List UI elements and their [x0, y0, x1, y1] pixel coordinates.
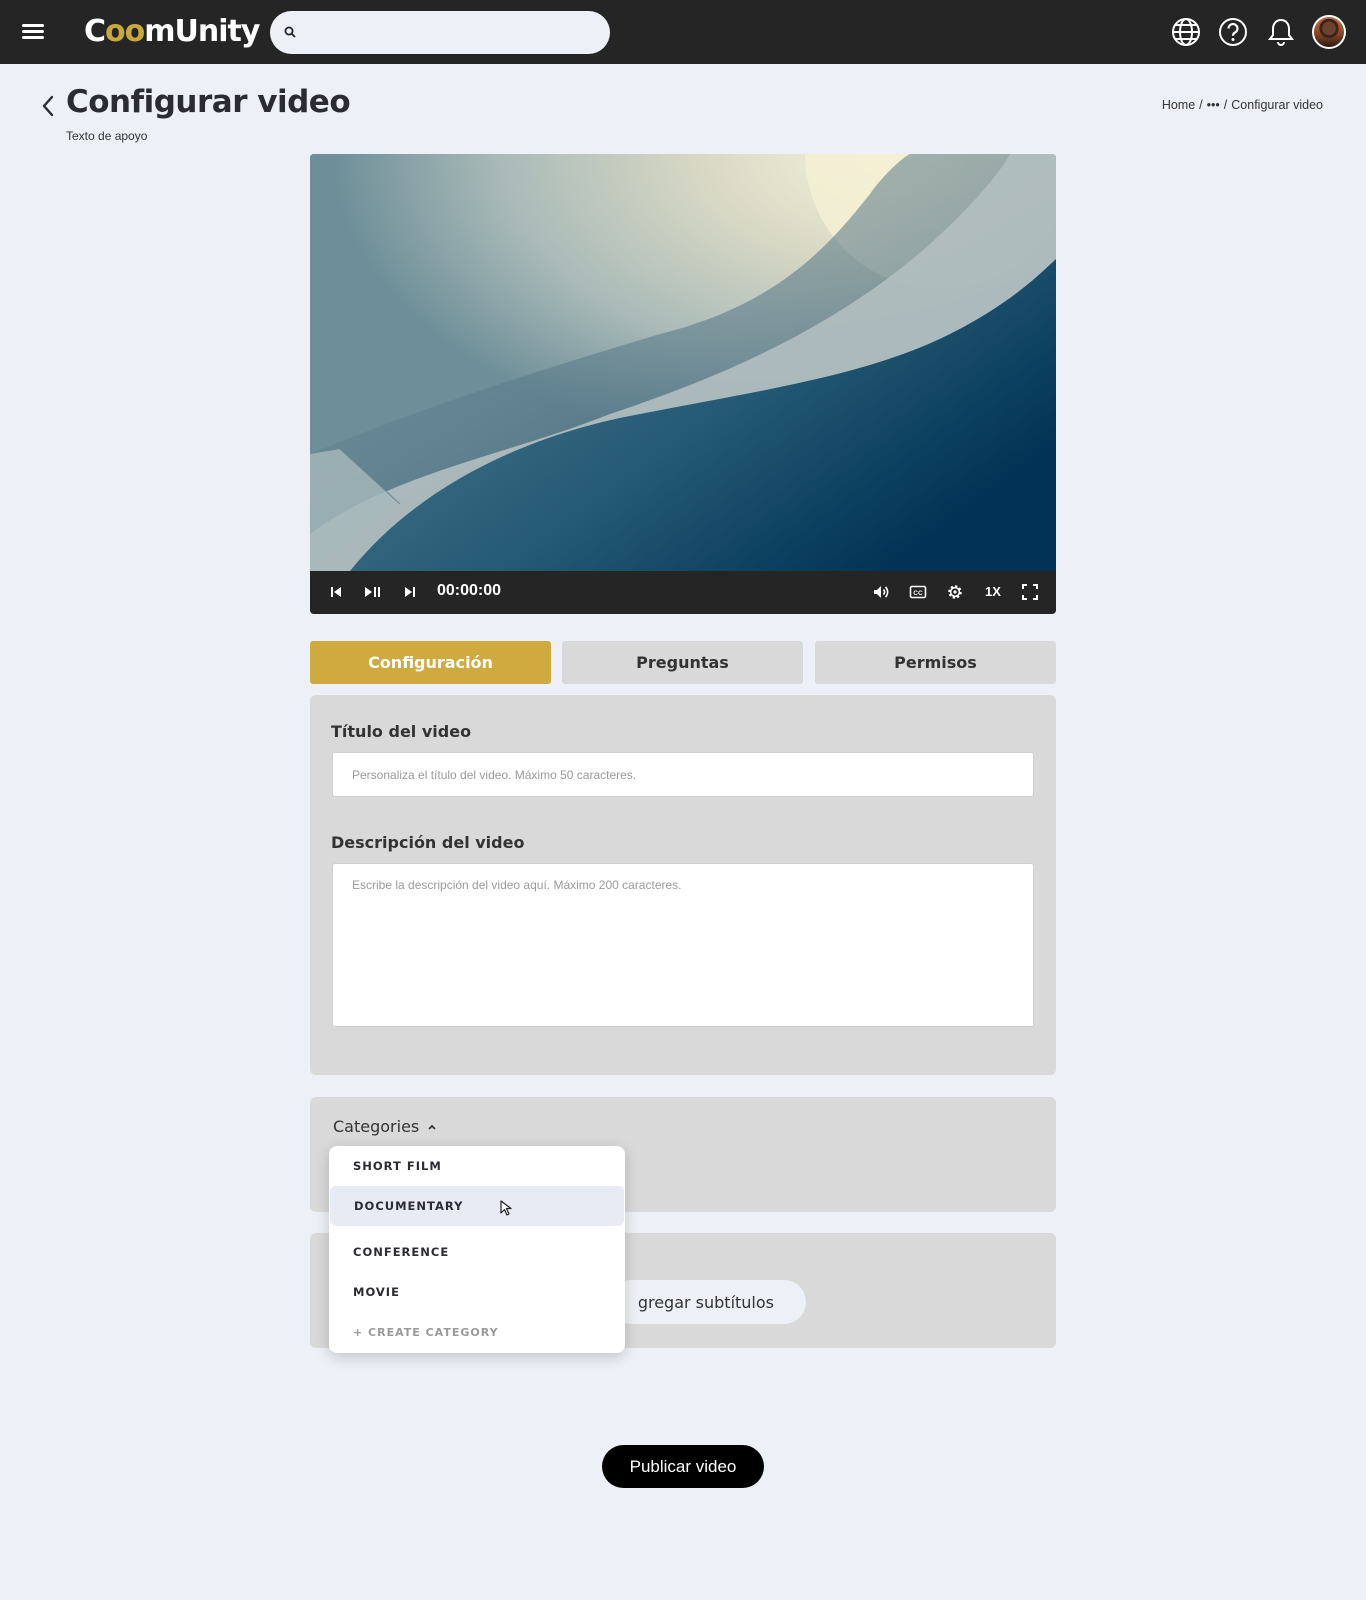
bell-icon[interactable] — [1265, 16, 1297, 48]
create-category-button[interactable]: + CREATE CATEGORY — [329, 1312, 625, 1352]
avatar[interactable] — [1312, 15, 1346, 49]
search-bar — [270, 11, 610, 54]
title-field-label: Título del video — [331, 722, 472, 741]
category-option-documentary[interactable]: DOCUMENTARY — [330, 1186, 624, 1226]
playback-time: 00:00:00 — [437, 582, 502, 599]
logo[interactable]: CoomUnity — [84, 14, 260, 50]
playback-speed[interactable]: 1X — [985, 584, 1001, 599]
skip-previous-icon[interactable] — [327, 583, 345, 601]
category-option-short-film[interactable]: SHORT FILM — [329, 1146, 625, 1186]
video-title-input[interactable] — [332, 752, 1034, 797]
back-arrow-icon[interactable] — [40, 94, 56, 118]
video-config-panel: Título del video Descripción del video — [310, 695, 1056, 1075]
video-description-input[interactable] — [332, 863, 1034, 1027]
globe-icon[interactable] — [1170, 16, 1202, 48]
category-option-movie[interactable]: MOVIE — [329, 1272, 625, 1312]
category-option-conference[interactable]: CONFERENCE — [329, 1232, 625, 1272]
breadcrumb-home[interactable]: Home — [1162, 98, 1195, 112]
categories-dropdown: SHORT FILM DOCUMENTARY CONFERENCE MOVIE … — [329, 1146, 625, 1353]
hamburger-menu-icon[interactable] — [22, 22, 44, 40]
breadcrumb: Home / ••• / Configurar video — [1162, 98, 1323, 112]
top-bar: CoomUnity — [0, 0, 1366, 64]
breadcrumb-separator: / — [1223, 98, 1228, 112]
page-title: Configurar video — [66, 84, 351, 120]
captions-icon[interactable]: CC — [909, 583, 927, 601]
search-icon — [284, 26, 296, 38]
fullscreen-icon[interactable] — [1021, 583, 1039, 601]
help-icon[interactable] — [1217, 16, 1249, 48]
categories-toggle[interactable]: Categories — [333, 1117, 437, 1136]
page-subtitle: Texto de apoyo — [66, 129, 148, 143]
categories-label: Categories — [333, 1117, 420, 1136]
video-frame — [310, 154, 1056, 571]
settings-gear-icon[interactable] — [946, 583, 964, 601]
tab-preguntas[interactable]: Preguntas — [562, 641, 803, 684]
player-controls: 00:00:00 CC 1X — [310, 571, 1056, 614]
mouse-cursor-icon — [500, 1200, 512, 1216]
description-field-label: Descripción del video — [331, 833, 525, 852]
play-pause-icon[interactable] — [363, 583, 383, 601]
tab-configuracion[interactable]: Configuración — [310, 641, 551, 684]
breadcrumb-ellipsis[interactable]: ••• — [1207, 98, 1220, 112]
search-input[interactable] — [306, 17, 596, 47]
breadcrumb-separator: / — [1199, 98, 1203, 112]
logo-text-part: C — [84, 14, 106, 49]
svg-text:CC: CC — [913, 590, 923, 597]
logo-text-part: mUnity — [144, 14, 260, 49]
tab-permisos[interactable]: Permisos — [815, 641, 1056, 684]
publish-video-button[interactable]: Publicar video — [602, 1445, 764, 1488]
breadcrumb-current: Configurar video — [1231, 98, 1323, 112]
skip-next-icon[interactable] — [401, 583, 419, 601]
add-subtitles-button[interactable]: gregar subtítulos — [610, 1280, 806, 1324]
logo-text-accent: oo — [105, 14, 145, 49]
chevron-up-icon — [428, 1124, 436, 1130]
volume-icon[interactable] — [872, 583, 890, 601]
video-player[interactable]: 00:00:00 CC 1X — [310, 154, 1056, 614]
